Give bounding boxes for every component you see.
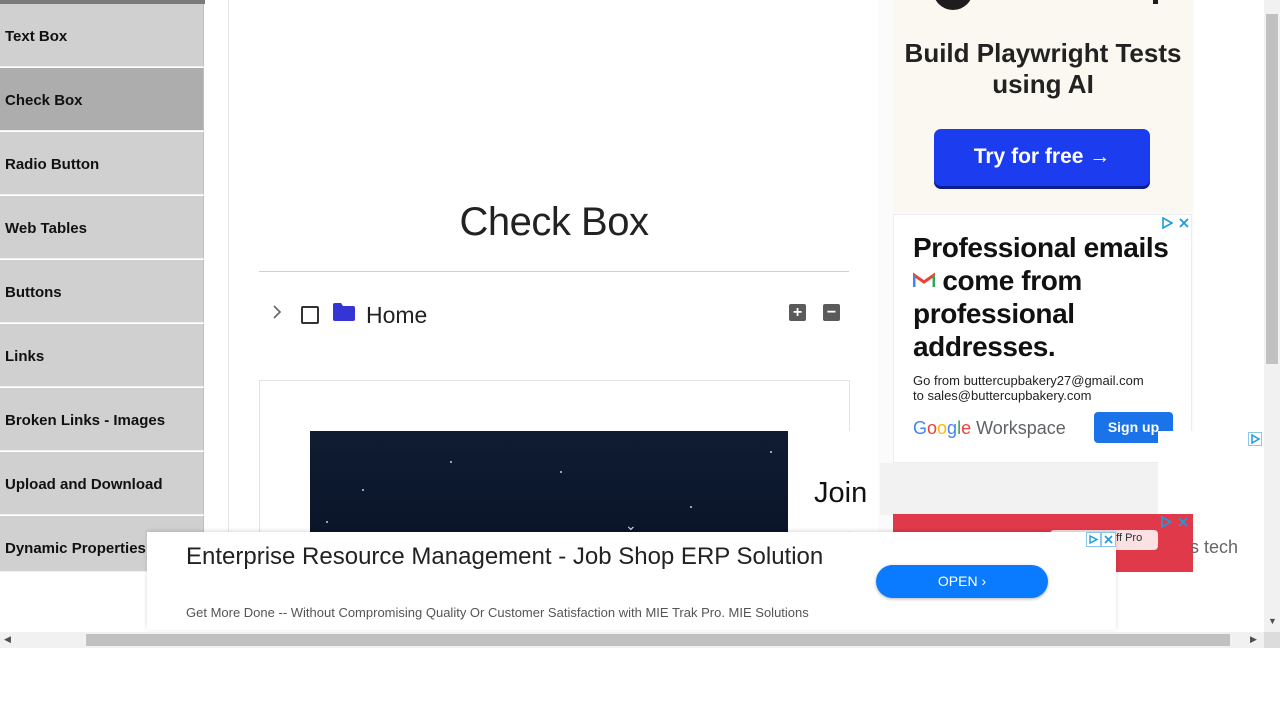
ad-logo-icon: [933, 0, 973, 10]
title-divider: [259, 271, 849, 272]
close-icon[interactable]: [1178, 217, 1190, 229]
headline-part-2: come from professional addresses.: [913, 265, 1082, 362]
sidebar-item-links[interactable]: Links: [0, 324, 204, 387]
google-workspace-ad[interactable]: Professional emails come from profession…: [893, 214, 1192, 463]
playwright-ad[interactable]: Build Playwright Tests using AI Try for …: [893, 0, 1193, 212]
subtext-line-2: to sales@buttercupbakery.com: [913, 388, 1092, 403]
collapse-all-button[interactable]: −: [823, 304, 840, 321]
brand-letter: G: [913, 418, 928, 438]
video-ad-join-text: Join: [814, 477, 868, 509]
banner-description: Get More Done -- Without Compromising Qu…: [186, 605, 809, 620]
brand-letter: g: [947, 418, 958, 438]
sidebar-item-web-tables[interactable]: Web Tables: [0, 196, 204, 259]
sidebar-item-label: Check Box: [5, 92, 83, 109]
gmail-icon: [913, 272, 935, 287]
left-panel: Text Box Check Box Radio Button Web Tabl…: [0, 0, 205, 572]
banner-title[interactable]: Enterprise Resource Management - Job Sho…: [186, 541, 826, 572]
banner-ad-controls[interactable]: [1086, 532, 1116, 547]
star-dot: [560, 471, 562, 473]
ad-choices-icon[interactable]: [1160, 516, 1172, 528]
brand-letter: e: [961, 418, 972, 438]
horizontal-scrollbar[interactable]: ◀ ▶: [0, 632, 1264, 648]
horizontal-scroll-thumb[interactable]: [86, 634, 1230, 646]
ad-choices-icon[interactable]: [1248, 432, 1262, 446]
open-button-label: OPEN: [937, 573, 978, 589]
try-for-free-button[interactable]: Try for free →: [934, 129, 1150, 186]
brand-letter: o: [927, 418, 938, 438]
tree-node-label[interactable]: Home: [366, 302, 427, 329]
chevron-right-icon: ›: [981, 573, 987, 589]
scroll-down-arrow-icon[interactable]: ▼: [1268, 616, 1277, 626]
vertical-scroll-thumb[interactable]: [1266, 14, 1278, 364]
sidebar-item-label: Upload and Download: [5, 476, 163, 493]
sidebar-item-upload-download[interactable]: Upload and Download: [0, 452, 204, 515]
ad-logo-mark-icon: [1133, 0, 1158, 4]
expand-chevron-icon[interactable]: [269, 304, 285, 320]
google-workspace-logo: Google Workspace: [913, 418, 1066, 439]
sidebar-item-buttons[interactable]: Buttons: [0, 260, 204, 323]
brand-rest: Workspace: [971, 418, 1066, 438]
sidebar-item-text-box[interactable]: Text Box: [0, 4, 204, 67]
scroll-left-arrow-icon[interactable]: ◀: [4, 634, 11, 645]
sidebar-item-label: Broken Links - Images: [5, 412, 166, 429]
partial-ad-text: s tech: [1190, 537, 1239, 557]
workspace-ad-headline: Professional emails come from profession…: [913, 231, 1183, 363]
star-dot: [770, 451, 772, 453]
vertical-scrollbar[interactable]: ▼: [1264, 0, 1280, 632]
sidebar-item-label: Links: [5, 348, 45, 365]
close-icon[interactable]: [1177, 516, 1189, 528]
headline-part-1: Professional emails: [913, 232, 1169, 263]
playwright-ad-title: Build Playwright Tests using AI: [904, 38, 1182, 99]
scrollbar-corner: [1264, 632, 1280, 648]
sidebar-item-label: Radio Button: [5, 156, 100, 173]
home-checkbox[interactable]: [301, 306, 319, 324]
star-dot: [326, 521, 328, 523]
star-dot: [690, 506, 692, 508]
sidebar-item-label: Buttons: [5, 284, 62, 301]
content-divider: [228, 0, 229, 572]
ad-choices-icon[interactable]: [1161, 217, 1173, 229]
ad-placeholder: [880, 463, 1158, 515]
workspace-ad-subtext: Go from buttercupbakery27@gmail.com to sa…: [913, 373, 1144, 403]
sidebar-item-radio-button[interactable]: Radio Button: [0, 132, 204, 195]
star-dot: [450, 461, 452, 463]
sidebar-item-label: Web Tables: [5, 220, 87, 237]
star-dot: [362, 489, 364, 491]
page-title: Check Box: [459, 200, 649, 244]
tree-node-home: Home + −: [259, 296, 849, 336]
browser-viewport: Text Box Check Box Radio Button Web Tabl…: [0, 0, 1280, 648]
bottom-ad-banner[interactable]: Enterprise Resource Management - Job Sho…: [147, 532, 1116, 630]
sidebar-item-check-box[interactable]: Check Box: [0, 68, 204, 131]
expand-all-button[interactable]: +: [789, 304, 806, 321]
sidebar-item-label: Dynamic Properties: [5, 540, 146, 557]
subtext-line-1: Go from buttercupbakery27@gmail.com: [913, 373, 1144, 388]
brand-letter: o: [937, 418, 948, 438]
folder-icon: [333, 303, 355, 321]
sidebar-item-broken-links[interactable]: Broken Links - Images: [0, 388, 204, 451]
scroll-right-arrow-icon[interactable]: ▶: [1250, 634, 1257, 645]
sidebar-item-label: Text Box: [5, 28, 68, 45]
open-button[interactable]: OPEN ›: [876, 565, 1048, 598]
